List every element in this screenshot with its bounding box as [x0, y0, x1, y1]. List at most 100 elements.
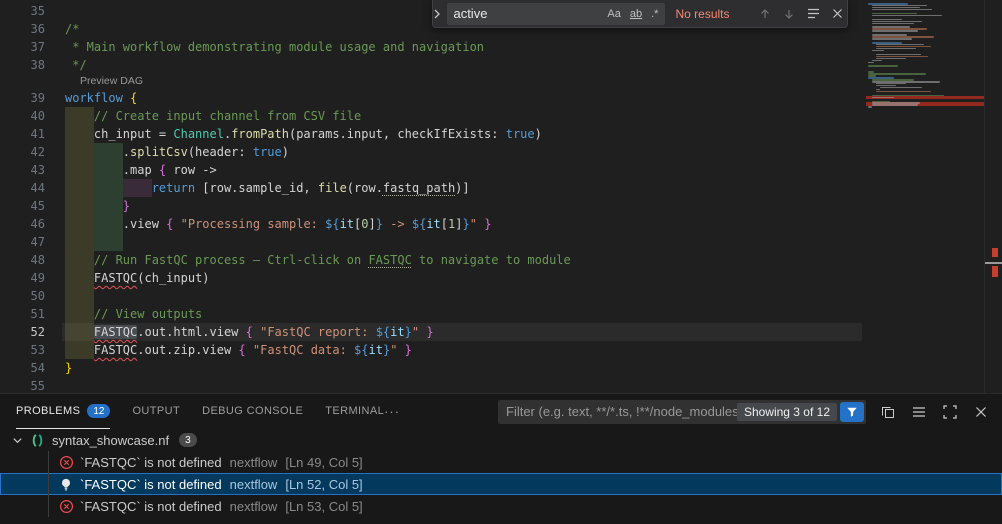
line-number: 39: [0, 89, 45, 107]
code-line: 39workflow {: [0, 89, 1002, 107]
problem-row[interactable]: `FASTQC` is not definednextflow[Ln 52, C…: [0, 473, 1002, 495]
code-line: 45 }: [0, 197, 1002, 215]
code-text: */: [65, 56, 87, 74]
close-panel-icon[interactable]: [972, 403, 990, 421]
line-number: 47: [0, 233, 45, 251]
minimap-line: [872, 60, 882, 62]
next-match-arrow-down-icon[interactable]: [779, 3, 799, 25]
problem-row[interactable]: `FASTQC` is not definednextflow[Ln 49, C…: [0, 451, 1002, 473]
minimap-line: [872, 104, 918, 106]
line-number: 53: [0, 341, 45, 359]
code-line: 38 */: [0, 56, 1002, 74]
line-number: 40: [0, 107, 45, 125]
indent-guide-block: [65, 233, 94, 251]
minimap-line: [868, 65, 898, 67]
minimap-line: [868, 73, 926, 75]
code-text: .map { row ->: [65, 161, 217, 179]
code-line: 42 .splitCsv(header: true): [0, 143, 1002, 161]
previous-match-arrow-up-icon[interactable]: [755, 3, 775, 25]
problems-count-badge: 3: [179, 433, 197, 447]
line-number: 54: [0, 359, 45, 377]
find-input[interactable]: [453, 6, 601, 21]
code-text: * Main workflow demonstrating module usa…: [65, 38, 484, 56]
code-text: }: [65, 197, 130, 215]
error-marker: [992, 248, 998, 257]
code-line: 44 return [row.sample_id, file(row.fastq…: [0, 179, 1002, 197]
bottom-panel: PROBLEMS12 OUTPUT DEBUG CONSOLE TERMINAL ··…: [0, 393, 1002, 524]
code-line: 41 ch_input = Channel.fromPath(params.in…: [0, 125, 1002, 143]
filter-input[interactable]: Filter (e.g. text, **/*.ts, !**/node_mod…: [506, 404, 737, 419]
line-number: 37: [0, 38, 45, 56]
find-results-status: No results: [675, 7, 751, 21]
code-text: ch_input = Channel.fromPath(params.input…: [65, 125, 542, 143]
minimap-line: [868, 106, 872, 108]
code-line: 55: [0, 377, 1002, 393]
indent-guide-block: [65, 287, 94, 305]
cursor-position-marker: [985, 262, 1002, 264]
code-text: .splitCsv(header: true): [65, 143, 289, 161]
code-line: 43 .map { row ->: [0, 161, 1002, 179]
code-text: FASTQC(ch_input): [65, 269, 210, 287]
minimap-line: [876, 56, 928, 58]
error-icon: [58, 498, 74, 514]
chevron-down-icon[interactable]: [12, 435, 30, 446]
find-input-wrap: Aa ab .*: [447, 3, 665, 25]
maximize-panel-icon[interactable]: [941, 403, 959, 421]
code-line: 46 .view { "Processing sample: ${it[0]} …: [0, 215, 1002, 233]
line-number: 38: [0, 56, 45, 74]
problem-message: `FASTQC` is not defined: [80, 499, 222, 514]
minimap[interactable]: [866, 0, 984, 393]
line-number: 51: [0, 305, 45, 323]
problems-filter-box: Filter (e.g. text, **/*.ts, !**/node_mod…: [498, 400, 866, 424]
panel-actions: Filter (e.g. text, **/*.ts, !**/node_mod…: [498, 400, 990, 424]
codelens-row: Preview DAG: [0, 74, 1002, 89]
scrollbar-overview-ruler[interactable]: [984, 0, 1002, 393]
minimap-line: [876, 91, 931, 93]
line-number: 52: [0, 323, 45, 341]
editor[interactable]: 3536/*37 * Main workflow demonstrating m…: [0, 0, 1002, 393]
code-line: 48 // Run FastQC process – Ctrl-click on…: [0, 251, 1002, 269]
minimap-line: [872, 97, 894, 99]
code-text: }: [65, 359, 72, 377]
problems-file-row[interactable]: syntax_showcase.nf 3: [0, 429, 1002, 451]
error-marker: [992, 266, 998, 277]
tab-output[interactable]: OUTPUT: [132, 394, 180, 429]
minimap-line: [872, 50, 884, 52]
minimap-line: [868, 62, 874, 64]
match-case-icon[interactable]: Aa: [604, 7, 623, 21]
line-number: 45: [0, 197, 45, 215]
lightbulb-icon: [58, 476, 74, 492]
code-line: 52 FASTQC.out.html.view { "FastQC report…: [0, 323, 1002, 341]
nextflow-file-icon: [30, 433, 48, 448]
line-number: 43: [0, 161, 45, 179]
find-in-selection-icon[interactable]: [803, 3, 823, 25]
more-actions-icon[interactable]: ···: [384, 404, 400, 419]
error-icon: [58, 454, 74, 470]
problems-tree: syntax_showcase.nf 3 `FASTQC` is not def…: [0, 429, 1002, 517]
copy-icon[interactable]: [879, 403, 897, 421]
minimap-line: [872, 19, 902, 21]
whole-word-icon[interactable]: ab: [627, 7, 645, 21]
tab-debug-console[interactable]: DEBUG CONSOLE: [202, 394, 303, 429]
filter-funnel-icon[interactable]: [840, 402, 864, 422]
problem-source: nextflow: [230, 499, 278, 514]
problem-row[interactable]: `FASTQC` is not definednextflow[Ln 53, C…: [0, 495, 1002, 517]
problem-rows: `FASTQC` is not definednextflow[Ln 49, C…: [0, 451, 1002, 517]
tab-problems[interactable]: PROBLEMS12: [16, 394, 110, 429]
line-number: 36: [0, 20, 45, 38]
code-line: 51 // View outputs: [0, 305, 1002, 323]
code-line: 40 // Create input channel from CSV file: [0, 107, 1002, 125]
indent-guide-block: [94, 233, 123, 251]
view-as-list-icon[interactable]: [910, 403, 928, 421]
line-number: 44: [0, 179, 45, 197]
tab-terminal[interactable]: TERMINAL: [325, 394, 384, 429]
minimap-line: [876, 58, 906, 60]
toggle-replace-chevron-icon[interactable]: [433, 9, 447, 19]
code-line: 50: [0, 287, 1002, 305]
problems-total-badge: 12: [87, 404, 110, 418]
problem-message: `FASTQC` is not defined: [80, 477, 222, 492]
codelens-preview-dag[interactable]: Preview DAG: [80, 74, 143, 88]
code-text: FASTQC.out.zip.view { "FastQC data: ${it…: [65, 341, 412, 359]
close-find-icon[interactable]: [827, 3, 847, 25]
regex-icon[interactable]: .*: [648, 7, 661, 21]
